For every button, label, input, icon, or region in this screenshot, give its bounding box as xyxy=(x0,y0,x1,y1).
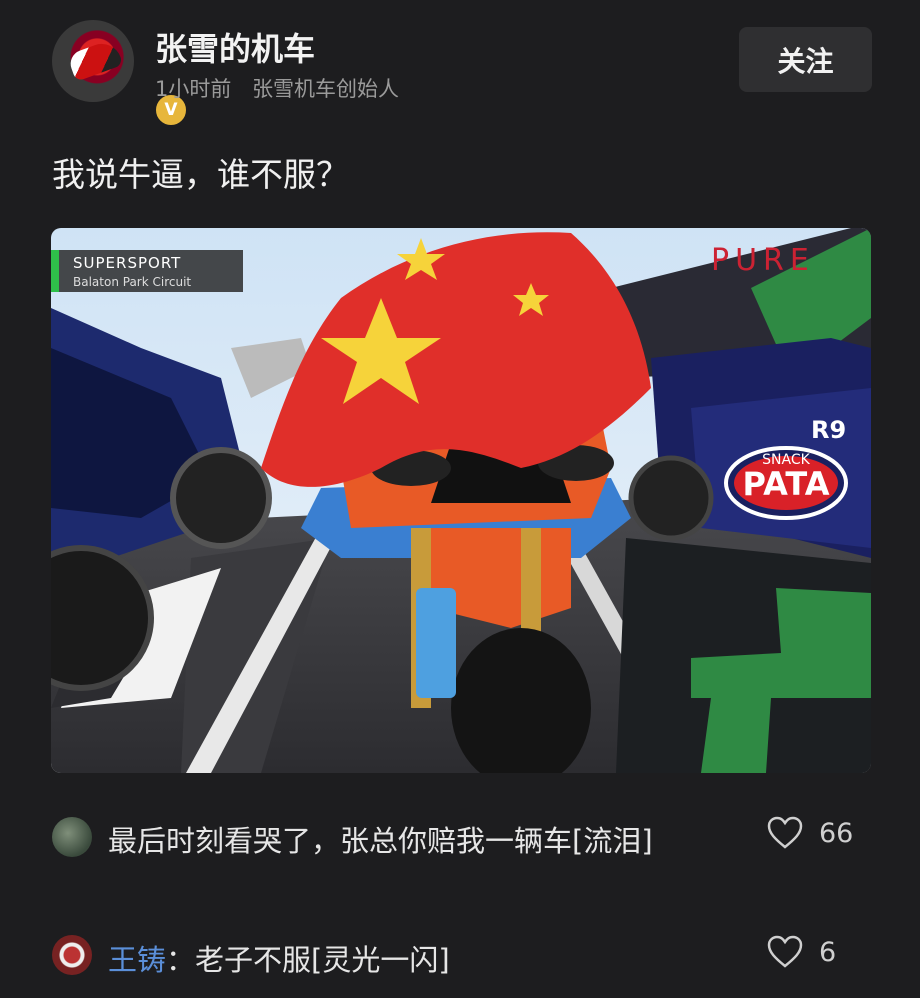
avatar-image xyxy=(52,20,134,102)
follow-button[interactable]: 关注 xyxy=(739,27,872,92)
like-count: 66 xyxy=(819,817,854,849)
heart-icon xyxy=(767,816,803,849)
overlay-series: SUPERSPORT xyxy=(73,254,181,272)
comment-like-button[interactable]: 6 xyxy=(767,935,836,969)
like-count: 6 xyxy=(819,936,837,968)
comment-like-button[interactable]: 66 xyxy=(767,816,853,850)
heart-icon xyxy=(767,935,803,968)
commenter-avatar[interactable] xyxy=(52,817,92,857)
comment-text: 王铸：老子不服[灵光一闪] xyxy=(108,943,450,977)
sponsor-badge: PATA xyxy=(743,465,830,503)
author-title: 张雪机车创始人 xyxy=(252,77,400,101)
commenter-avatar[interactable] xyxy=(52,935,92,975)
banner-text: PURE xyxy=(711,243,815,278)
author-avatar[interactable]: V xyxy=(52,20,189,128)
post-time: 1小时前 xyxy=(155,77,232,101)
comment-text: 最后时刻看哭了，张总你赔我一辆车[流泪] xyxy=(108,824,653,858)
commenter-name[interactable]: 王铸 xyxy=(108,943,166,977)
post-text: 我说牛逼，谁不服？ xyxy=(52,155,349,194)
race-scene-image: PURE PATA SNACK R9 93 xyxy=(51,228,871,773)
author-name[interactable]: 张雪的机车 xyxy=(155,24,315,70)
svg-text:SNACK: SNACK xyxy=(762,452,810,468)
overlay-circuit: Balaton Park Circuit xyxy=(73,275,191,289)
video-thumbnail[interactable]: PURE PATA SNACK R9 93 xyxy=(51,228,871,773)
post-meta: 1小时前 张雪机车创始人 xyxy=(155,73,399,103)
comment-item: 王铸：老子不服[灵光一闪] xyxy=(52,934,738,986)
svg-text:R9: R9 xyxy=(811,416,846,444)
comment-item: 最后时刻看哭了，张总你赔我一辆车[流泪] xyxy=(52,815,738,867)
